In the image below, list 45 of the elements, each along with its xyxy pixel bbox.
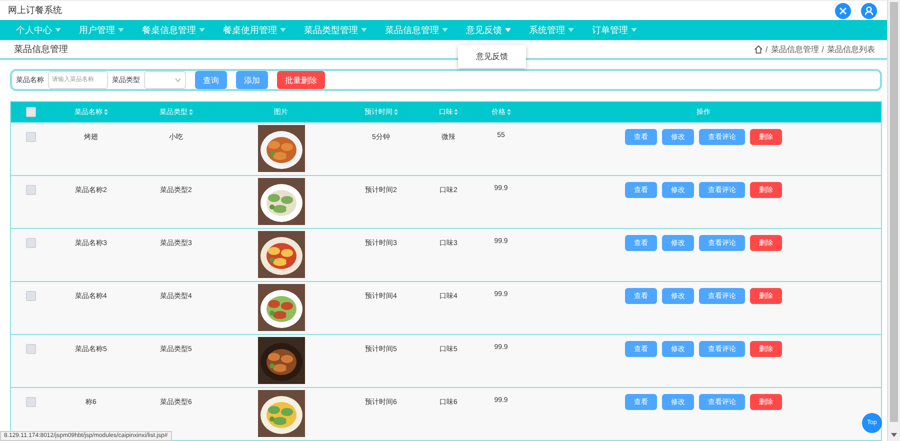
nav-menu-item[interactable]: 餐桌使用管理 [223,24,293,37]
caret-icon [361,28,367,32]
search-button[interactable]: 批量删除 [277,71,325,89]
row-checkbox[interactable] [26,291,36,301]
caret-icon [175,78,181,82]
caret-icon [199,28,205,32]
breadcrumb-item[interactable]: 菜品信息管理 [770,44,819,55]
nav-menu-item[interactable]: 订单管理 [592,24,644,37]
sort-icon[interactable] [394,109,398,115]
row-checkbox[interactable] [26,397,36,407]
user-icon[interactable] [861,2,878,19]
site-title: 网上订餐系统 [8,4,62,18]
scrollbar[interactable] [887,0,900,441]
type-select[interactable] [144,71,186,89]
row-checkbox[interactable] [26,132,36,142]
caret-icon [118,28,124,32]
page-title: 菜品信息管理 [14,42,68,56]
caret-icon [505,28,511,32]
nav-menu-item[interactable]: 菜品信息管理 [385,24,455,37]
nav-menu-item[interactable]: 个人中心 [16,24,68,37]
caret-icon [442,28,448,32]
caret-icon [631,28,637,32]
sort-icon[interactable] [506,109,510,115]
nav-menu-item[interactable]: 系统管理 [529,24,581,37]
nav-menu-item[interactable]: 用户管理 [79,24,131,37]
breadcrumb-item[interactable]: 菜品信息列表 [827,44,876,55]
breadcrumb-separator: / [822,44,824,54]
scroll-down-icon[interactable] [890,432,898,438]
home-icon[interactable] [754,44,763,54]
sort-icon[interactable] [104,109,108,115]
sort-icon[interactable] [188,109,192,115]
sort-icon[interactable] [454,109,458,115]
nav-menu-item[interactable]: 餐桌信息管理 [142,24,212,37]
select-all-checkbox[interactable] [26,107,36,117]
breadcrumb-separator: / [766,44,768,54]
caret-icon [568,28,574,32]
row-checkbox[interactable] [26,185,36,195]
caret-icon [55,28,61,32]
row-checkbox[interactable] [26,238,36,248]
nav-menu-item[interactable]: 菜品类型管理 [304,24,374,37]
search-button[interactable]: 添加 [236,71,268,89]
caret-icon [280,28,286,32]
search-button[interactable]: 查询 [195,71,227,89]
row-checkbox[interactable] [26,344,36,354]
dropdown-item[interactable]: 意见反馈 [458,48,526,64]
